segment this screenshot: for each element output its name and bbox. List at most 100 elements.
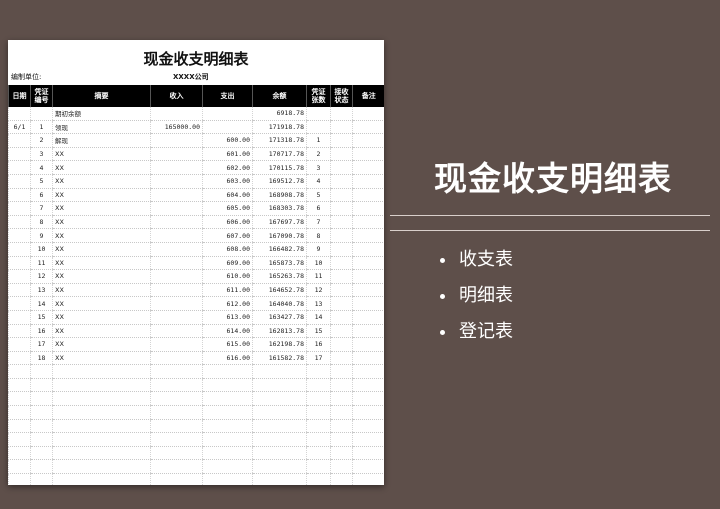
cell-expense: 604.00 — [202, 188, 253, 203]
cell-income — [150, 296, 203, 311]
cell-date — [8, 215, 31, 230]
empty-cell — [330, 405, 353, 420]
bullet-item: 登记表 — [440, 314, 513, 350]
empty-cell — [330, 459, 353, 475]
cell-date — [8, 201, 31, 216]
empty-cell — [306, 378, 331, 393]
cell-expense: 601.00 — [202, 147, 253, 162]
empty-cell — [30, 459, 53, 475]
ledger-sheet: 现金收支明细表 编制单位: XXXX公司 日期 凭证 编号 摘要 收入 支出 余额… — [8, 40, 384, 485]
cell-balance: 171318.78 — [252, 133, 307, 148]
cell-status — [330, 296, 353, 311]
cell-date — [8, 188, 31, 203]
cell-summary: XX — [52, 310, 151, 325]
cell-status — [330, 160, 353, 175]
cell-no: 12 — [30, 269, 53, 284]
cell-balance: 169512.78 — [252, 174, 307, 189]
cell-balance: 167697.78 — [252, 215, 307, 230]
cell-count: 17 — [306, 351, 331, 366]
table-row: 15 XX 613.00 163427.78 14 — [8, 310, 384, 325]
cell-count: 12 — [306, 283, 331, 298]
empty-cell — [352, 405, 384, 420]
empty-cell — [202, 364, 253, 379]
empty-cell — [202, 405, 253, 420]
cell-summary: XX — [52, 228, 151, 243]
empty-cell — [52, 446, 151, 461]
empty-cell — [306, 364, 331, 379]
cell-no: 8 — [30, 215, 53, 230]
cell-income: 165000.00 — [150, 120, 203, 135]
empty-cell — [306, 405, 331, 420]
cell-no: 4 — [30, 160, 53, 175]
cell-date — [8, 269, 31, 284]
cell-count: 13 — [306, 296, 331, 311]
cell-date — [8, 174, 31, 189]
cell-balance: 167090.78 — [252, 228, 307, 243]
table-row: 10 XX 608.00 166482.78 9 — [8, 242, 384, 257]
empty-cell — [150, 459, 203, 475]
cell-note — [352, 228, 384, 243]
table-row: 17 XX 615.00 162198.78 16 — [8, 337, 384, 352]
empty-row — [8, 419, 384, 434]
cell-income — [150, 310, 203, 325]
cell-summary: XX — [52, 269, 151, 284]
empty-cell — [252, 364, 307, 379]
cell-date — [8, 324, 31, 339]
empty-cell — [30, 378, 53, 393]
cell-count: 15 — [306, 324, 331, 339]
cell-status — [330, 201, 353, 216]
cell-expense: 616.00 — [202, 351, 253, 366]
cell-note — [352, 201, 384, 216]
cell-expense: 612.00 — [202, 296, 253, 311]
empty-cell — [8, 364, 31, 379]
cell-count: 4 — [306, 174, 331, 189]
empty-cell — [52, 405, 151, 420]
empty-cell — [30, 405, 53, 420]
cell-count: 7 — [306, 215, 331, 230]
empty-cell — [202, 446, 253, 461]
cell-count: 8 — [306, 228, 331, 243]
cell-expense: 610.00 — [202, 269, 253, 284]
cell-count: 16 — [306, 337, 331, 352]
empty-cell — [202, 378, 253, 393]
cell-note — [352, 324, 384, 339]
empty-cell — [150, 378, 203, 393]
cell-date — [8, 256, 31, 271]
cell-balance: 170115.78 — [252, 160, 307, 175]
empty-cell — [8, 432, 31, 447]
empty-cell — [52, 459, 151, 475]
cell-income — [150, 107, 203, 121]
cell-summary: 期初余额 — [52, 107, 151, 121]
bullet-dot-icon — [440, 257, 445, 263]
empty-row — [8, 364, 384, 379]
cell-expense: 603.00 — [202, 174, 253, 189]
cell-count: 9 — [306, 242, 331, 257]
cell-balance: 170717.78 — [252, 147, 307, 162]
empty-cell — [202, 391, 253, 407]
table-row: 6 XX 604.00 168908.78 5 — [8, 188, 384, 203]
cell-balance: 164652.78 — [252, 283, 307, 298]
empty-cell — [8, 378, 31, 393]
cell-status — [330, 133, 353, 148]
cell-status — [330, 310, 353, 325]
cell-no: 15 — [30, 310, 53, 325]
empty-row — [8, 391, 384, 407]
empty-cell — [252, 378, 307, 393]
cell-status — [330, 215, 353, 230]
header-expense: 支出 — [202, 85, 253, 107]
cell-count: 14 — [306, 310, 331, 325]
cell-expense: 613.00 — [202, 310, 253, 325]
cell-no: 13 — [30, 283, 53, 298]
header-summary: 摘要 — [52, 85, 151, 107]
empty-cell — [306, 432, 331, 447]
empty-row — [8, 459, 384, 475]
empty-cell — [252, 473, 307, 485]
empty-cell — [352, 446, 384, 461]
cell-summary: XX — [52, 160, 151, 175]
cell-summary: XX — [52, 324, 151, 339]
empty-cell — [52, 473, 151, 485]
cell-expense: 606.00 — [202, 215, 253, 230]
cell-note — [352, 351, 384, 366]
cell-date — [8, 351, 31, 366]
cell-income — [150, 351, 203, 366]
